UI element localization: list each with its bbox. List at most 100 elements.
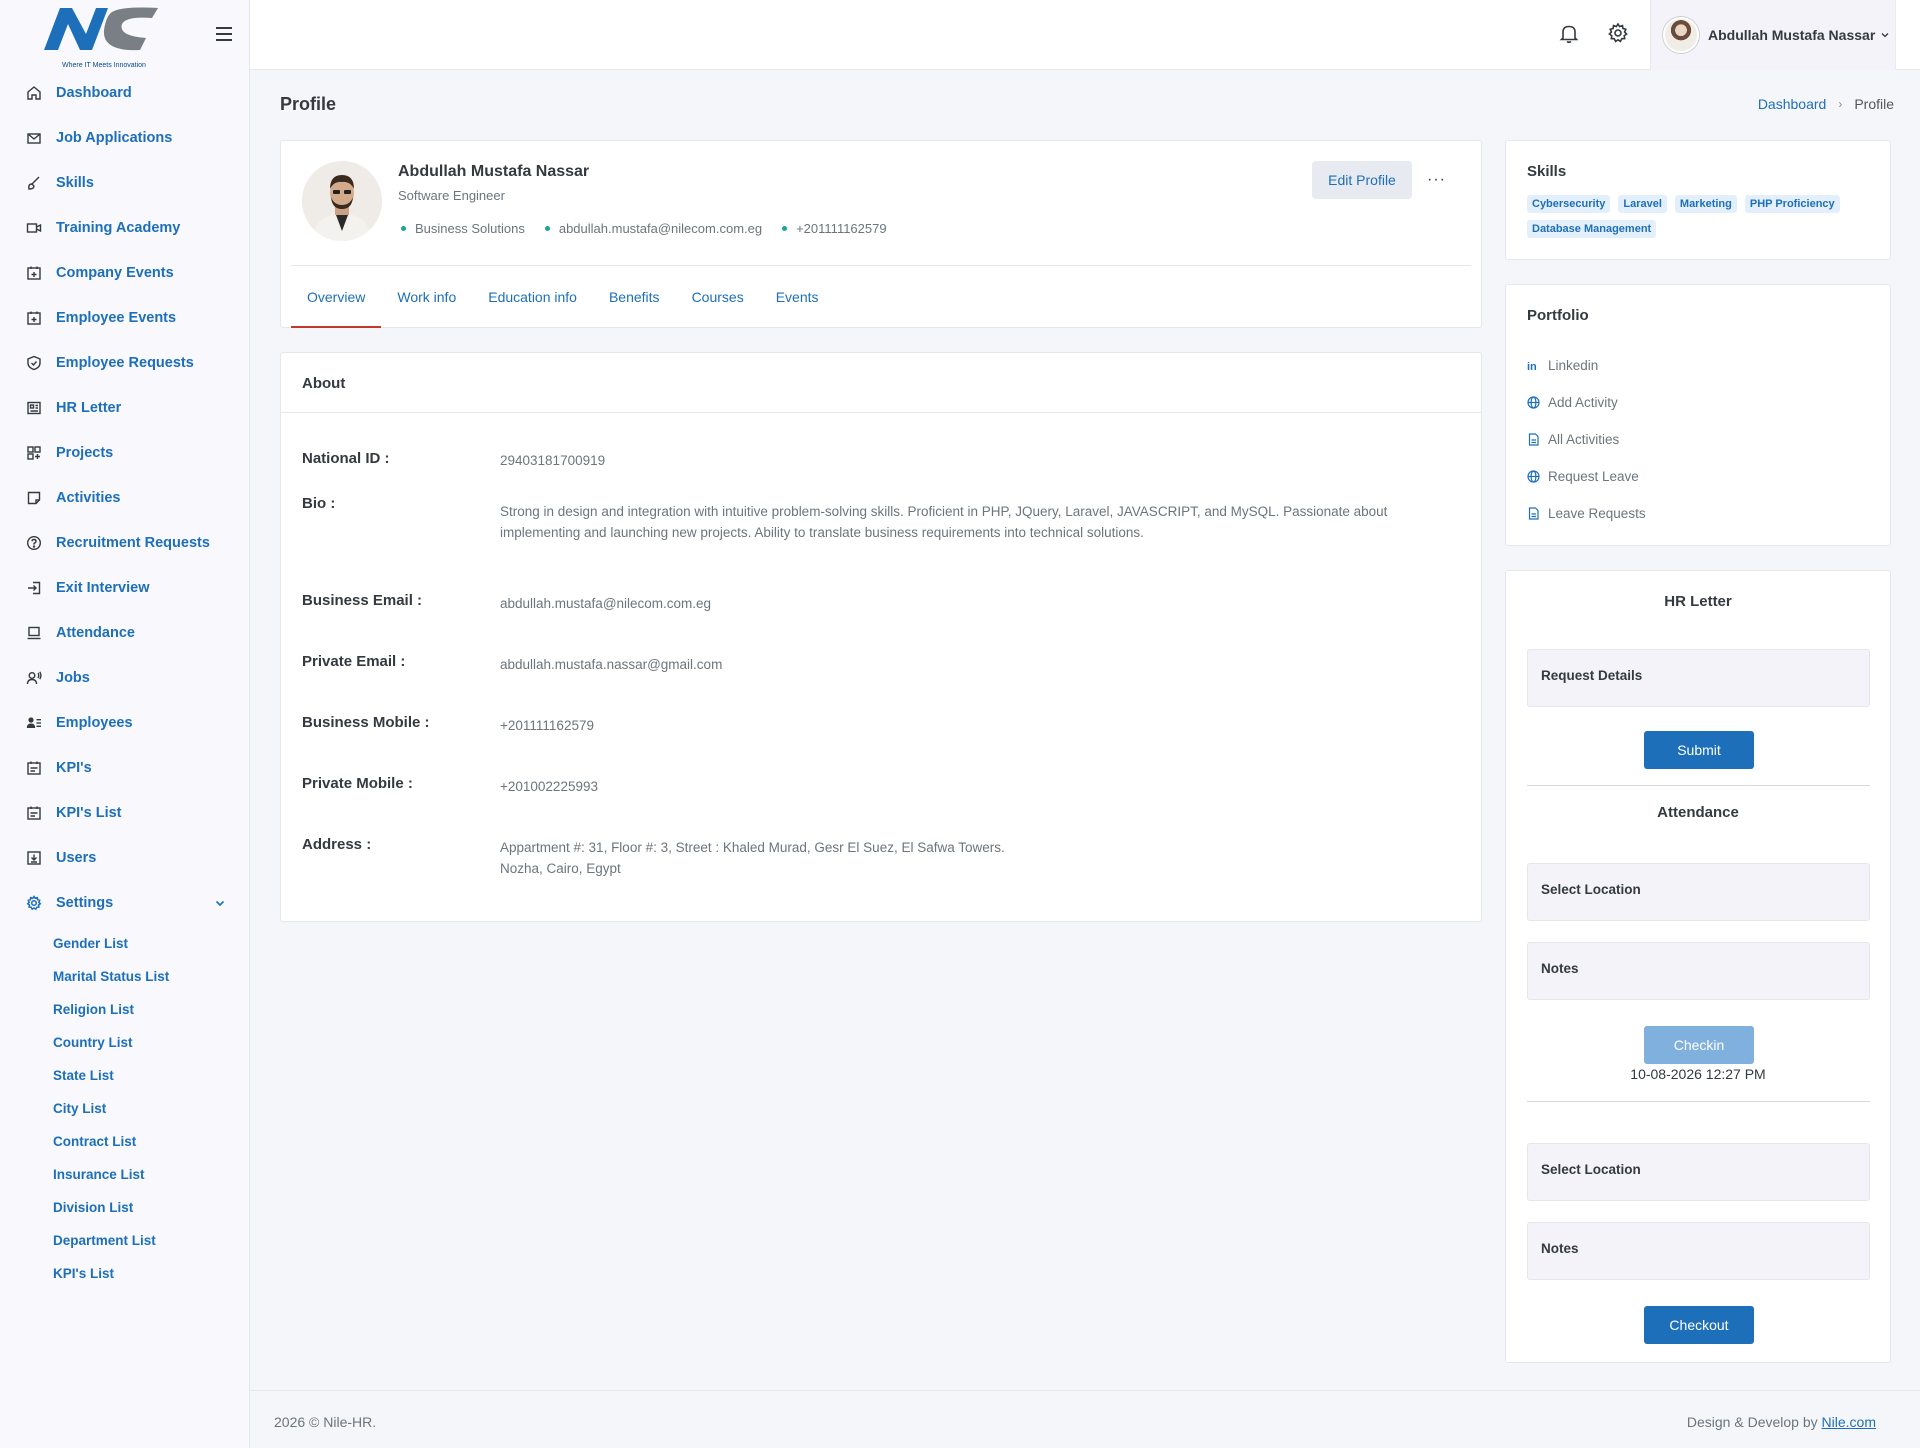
- sidebar-item-users[interactable]: Users: [0, 835, 249, 880]
- field-value-business-mobile: +201111162579: [500, 718, 594, 733]
- tab-overview[interactable]: Overview: [291, 266, 382, 328]
- divider: [1527, 785, 1870, 786]
- tab-events[interactable]: Events: [760, 266, 835, 328]
- menu-toggle-icon[interactable]: [216, 27, 232, 41]
- sidebar-subitem-department-list[interactable]: Department List: [0, 1224, 249, 1257]
- user-menu[interactable]: Abdullah Mustafa Nassar: [1650, 0, 1896, 70]
- gear-icon: [26, 894, 42, 911]
- tab-education-info[interactable]: Education info: [472, 266, 593, 328]
- sidebar-subitem-country-list[interactable]: Country List: [0, 1026, 249, 1059]
- field-value-address: Appartment #: 31, Floor #: 3, Street : K…: [500, 840, 1005, 855]
- portfolio-link-request-leave[interactable]: Request Leave: [1527, 458, 1646, 495]
- sidebar-subitem-contract-list[interactable]: Contract List: [0, 1125, 249, 1158]
- sidebar-subitem-gender-list[interactable]: Gender List: [0, 927, 249, 960]
- sidebar-item-hr-letter[interactable]: HR Letter: [0, 385, 249, 430]
- linkedin-icon: in: [1527, 359, 1540, 372]
- logo-area: Where IT Meets Innovation: [0, 0, 249, 70]
- sidebar-subitem-religion-list[interactable]: Religion List: [0, 993, 249, 1026]
- footer-credit: Design & Develop by Nile.com: [1687, 1414, 1876, 1430]
- checkin-notes-field[interactable]: Notes: [1527, 942, 1870, 1000]
- sidebar-item-company-events[interactable]: Company Events: [0, 250, 249, 295]
- sidebar-item-label: KPI's: [56, 759, 92, 776]
- checkin-button[interactable]: Checkin: [1644, 1026, 1754, 1064]
- checkin-location-select[interactable]: Select Location: [1527, 863, 1870, 921]
- tab-courses[interactable]: Courses: [676, 266, 760, 328]
- sidebar-item-attendance[interactable]: Attendance: [0, 610, 249, 655]
- profile-email-text: abdullah.mustafa@nilecom.com.eg: [558, 221, 763, 236]
- edit-profile-button[interactable]: Edit Profile: [1312, 161, 1412, 199]
- user-name: Abdullah Mustafa Nassar: [1708, 27, 1876, 43]
- sidebar-item-jobs[interactable]: Jobs: [0, 655, 249, 700]
- footer-credit-link[interactable]: Nile.com: [1822, 1414, 1876, 1430]
- request-details-field[interactable]: Request Details: [1527, 649, 1870, 707]
- sticky-note-icon: [26, 490, 42, 506]
- profile-department-text: Business Solutions: [415, 221, 525, 236]
- sidebar-subitem-state-list[interactable]: State List: [0, 1059, 249, 1092]
- sidebar-item-exit-interview[interactable]: Exit Interview: [0, 565, 249, 610]
- footer-credit-text: Design & Develop by: [1686, 1414, 1818, 1430]
- bell-icon[interactable]: [1558, 22, 1580, 44]
- sidebar-item-activities[interactable]: Activities: [0, 475, 249, 520]
- footer-copyright: 2026 © Nile-HR.: [274, 1414, 377, 1430]
- sidebar-item-kpis-list[interactable]: KPI's List: [0, 790, 249, 835]
- brush-icon: [26, 175, 42, 191]
- submit-button[interactable]: Submit: [1644, 731, 1754, 769]
- sidebar-subitem-division-list[interactable]: Division List: [0, 1191, 249, 1224]
- download-box-icon: [26, 850, 42, 866]
- portfolio-link-add-activity[interactable]: Add Activity: [1527, 384, 1646, 421]
- checkout-button[interactable]: Checkout: [1644, 1306, 1754, 1344]
- tab-benefits[interactable]: Benefits: [593, 266, 676, 328]
- breadcrumb-link-dashboard[interactable]: Dashboard: [1758, 96, 1827, 112]
- sidebar-subitem-insurance-list[interactable]: Insurance List: [0, 1158, 249, 1191]
- sidebar-item-label: Training Academy: [56, 219, 181, 236]
- sidebar-item-projects[interactable]: Projects: [0, 430, 249, 475]
- skill-tag: Cybersecurity: [1527, 195, 1611, 213]
- tab-work-info[interactable]: Work info: [381, 266, 472, 328]
- sidebar-subitem-kpis-list[interactable]: KPI's List: [0, 1257, 249, 1290]
- gear-icon[interactable]: [1607, 22, 1629, 44]
- sidebar-item-training-academy[interactable]: Training Academy: [0, 205, 249, 250]
- sidebar-item-employee-events[interactable]: Employee Events: [0, 295, 249, 340]
- portfolio-link-leave-requests[interactable]: Leave Requests: [1527, 495, 1646, 532]
- skill-tags: Cybersecurity Laravel Marketing PHP Prof…: [1527, 195, 1867, 238]
- more-options-icon[interactable]: ···: [1427, 171, 1446, 189]
- breadcrumb: Dashboard › Profile: [1758, 96, 1894, 112]
- checkout-notes-field[interactable]: Notes: [1527, 1222, 1870, 1280]
- skills-title: Skills: [1527, 163, 1567, 180]
- checkin-datetime: 10-08-2026 12:27 PM: [1630, 1066, 1766, 1082]
- sidebar-item-settings[interactable]: Settings: [0, 880, 249, 925]
- portfolio-link-linkedin[interactable]: in Linkedin: [1527, 347, 1646, 384]
- sidebar-item-label: Exit Interview: [56, 579, 150, 596]
- sidebar-item-skills[interactable]: Skills: [0, 160, 249, 205]
- field-label-business-email: Business Email :: [302, 592, 423, 609]
- skill-tag: Marketing: [1674, 195, 1737, 213]
- field-value-national-id: 29403181700919: [500, 453, 606, 468]
- sidebar-item-job-applications[interactable]: Job Applications: [0, 115, 249, 160]
- portfolio-links: in Linkedin Add Activity All Activities …: [1527, 347, 1646, 532]
- video-icon: [26, 220, 42, 236]
- sidebar-item-employees[interactable]: Employees: [0, 700, 249, 745]
- sidebar-item-employee-requests[interactable]: Employee Requests: [0, 340, 249, 385]
- sidebar-subitem-marital-status-list[interactable]: Marital Status List: [0, 960, 249, 993]
- sidebar-subitem-city-list[interactable]: City List: [0, 1092, 249, 1125]
- field-value-address-line2: Nozha, Cairo, Egypt: [500, 861, 621, 876]
- portfolio-title: Portfolio: [1527, 307, 1589, 324]
- checkout-location-select[interactable]: Select Location: [1527, 1143, 1870, 1201]
- profile-email: abdullah.mustafa@nilecom.com.eg: [544, 221, 763, 236]
- profile-name: Abdullah Mustafa Nassar: [398, 163, 590, 180]
- file-icon: [1527, 507, 1540, 520]
- sidebar-item-dashboard[interactable]: Dashboard: [0, 70, 249, 115]
- calendar-plus-icon: [26, 310, 42, 326]
- user-list-icon: [26, 715, 42, 731]
- sidebar-item-recruitment-requests[interactable]: Recruitment Requests: [0, 520, 249, 565]
- portfolio-link-all-activities[interactable]: All Activities: [1527, 421, 1646, 458]
- shield-icon: [26, 355, 42, 371]
- profile-role: Software Engineer: [398, 188, 505, 203]
- field-label-private-mobile: Private Mobile :: [302, 775, 413, 792]
- newspaper-icon: [26, 400, 42, 416]
- sidebar-item-label: Employees: [56, 714, 133, 731]
- sidebar-item-kpis[interactable]: KPI's: [0, 745, 249, 790]
- company-logo[interactable]: Where IT Meets Innovation: [38, 2, 170, 70]
- profile-phone: +201111162579: [782, 221, 887, 236]
- bullet-dot: [401, 226, 406, 231]
